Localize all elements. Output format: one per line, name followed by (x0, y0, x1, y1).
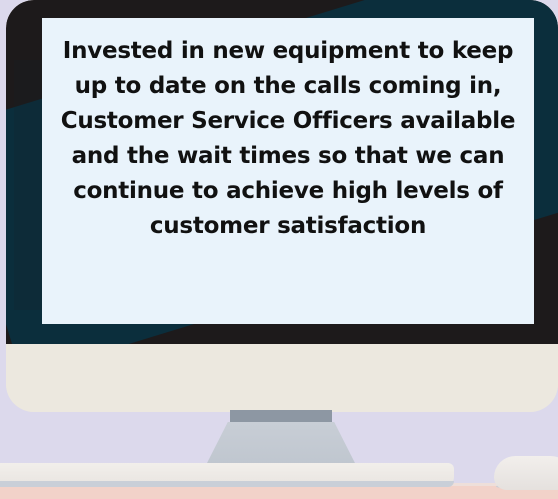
monitor-stand-neck (230, 410, 332, 422)
computer-illustration: Invested in new equipment to keep up to … (0, 0, 558, 499)
mouse (494, 456, 558, 490)
message-text: Invested in new equipment to keep up to … (60, 38, 516, 239)
monitor: Invested in new equipment to keep up to … (6, 0, 558, 412)
message-card: Invested in new equipment to keep up to … (42, 18, 534, 324)
monitor-screen: Invested in new equipment to keep up to … (6, 0, 558, 344)
monitor-bezel (6, 344, 558, 412)
desk (0, 486, 558, 499)
keyboard-front (0, 481, 454, 487)
